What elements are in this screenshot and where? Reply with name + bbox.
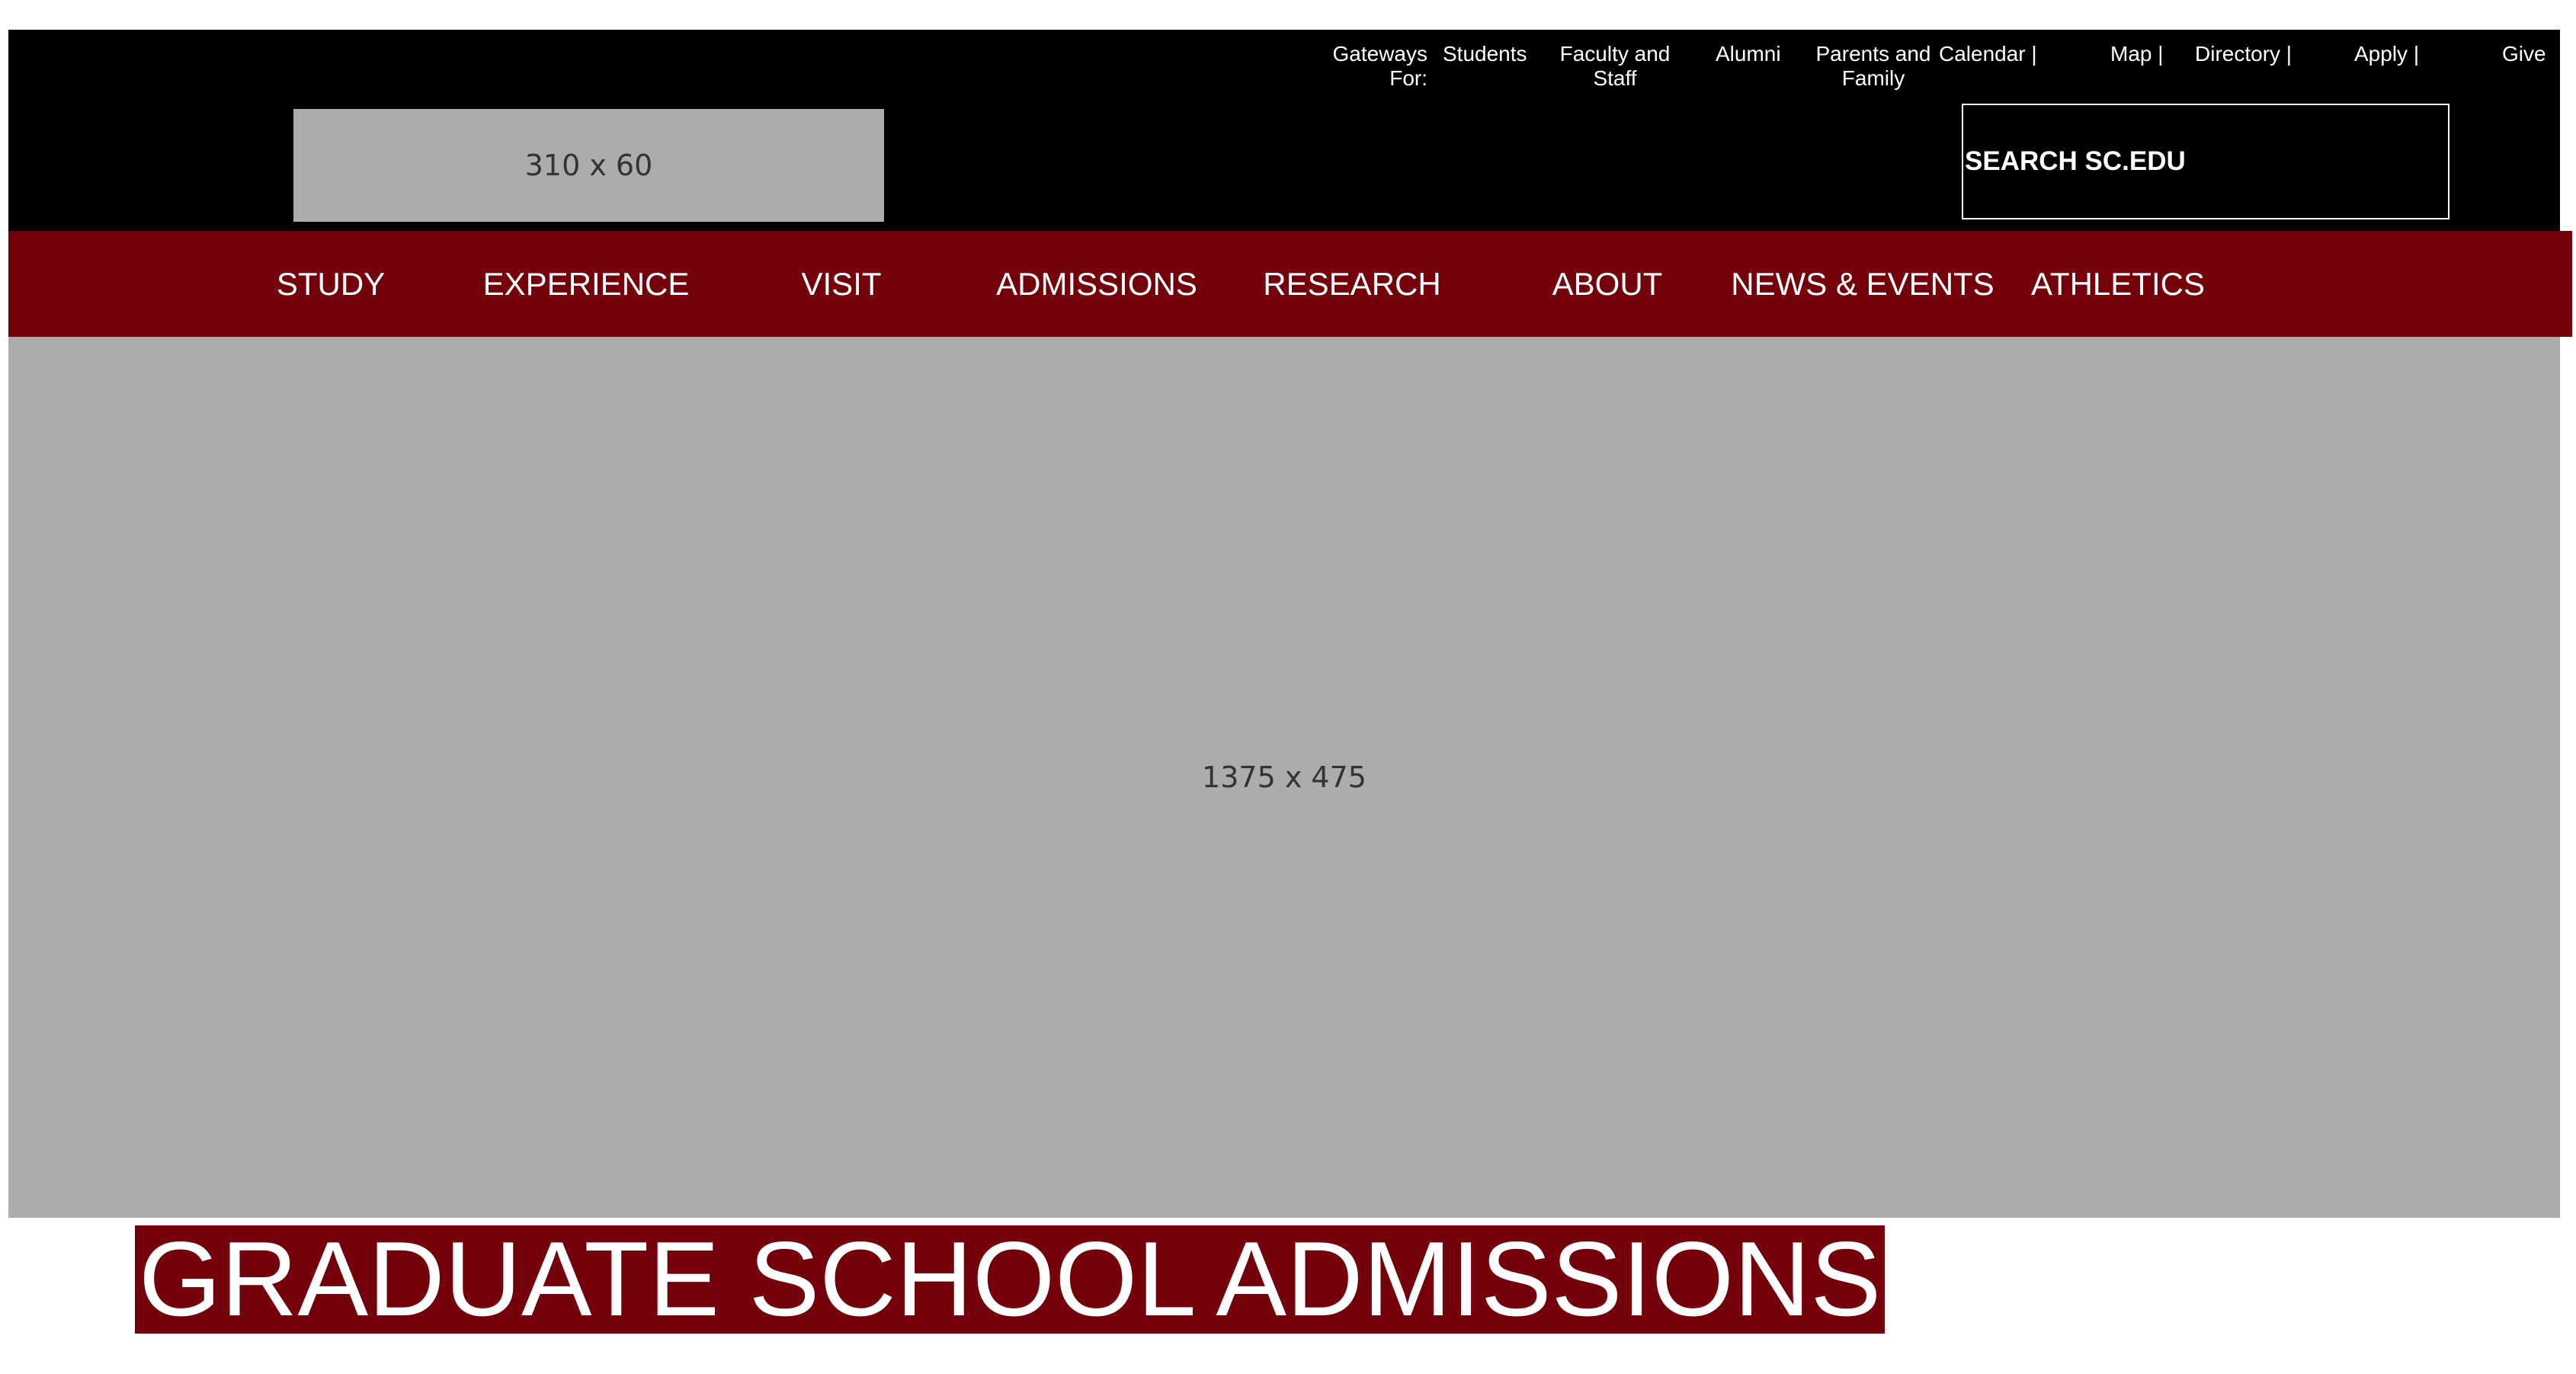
utility-link-apply[interactable]: Apply | [2354, 42, 2419, 66]
nav-item-athletics[interactable]: ATHLETICS [2031, 231, 2205, 337]
utility-link-map[interactable]: Map | [2110, 42, 2164, 66]
utility-link-directory[interactable]: Directory | [2195, 42, 2292, 66]
search-box [1962, 104, 2449, 219]
gateway-link-alumni[interactable]: Alumni [1716, 42, 1781, 66]
nav-item-research[interactable]: RESEARCH [1263, 231, 1440, 337]
nav-item-experience[interactable]: EXPERIENCE [483, 231, 690, 337]
hero-image: 1375 x 475 [8, 337, 2560, 1218]
page-title: GRADUATE SCHOOL ADMISSIONS [135, 1225, 1886, 1334]
nav-item-about[interactable]: ABOUT [1552, 231, 1663, 337]
search-input[interactable] [1963, 105, 2448, 218]
site-logo[interactable]: 310 x 60 [293, 109, 884, 222]
gateways-label: Gateways For: [1332, 42, 1428, 90]
logo-placeholder-text: 310 x 60 [524, 149, 653, 182]
gateway-link-faculty-staff[interactable]: Faculty and Staff [1554, 42, 1676, 91]
hero-placeholder-text: 1375 x 475 [1202, 761, 1366, 794]
gateway-nav: Gateways For: Students Faculty and Staff… [8, 30, 2560, 114]
utility-link-calendar[interactable]: Calendar | [1939, 42, 2037, 66]
nav-item-visit[interactable]: VISIT [801, 231, 881, 337]
gateway-link-parents-family[interactable]: Parents and Family [1809, 42, 1938, 91]
nav-item-admissions[interactable]: ADMISSIONS [996, 231, 1197, 337]
gateway-link-students[interactable]: Students [1443, 42, 1527, 66]
main-nav: STUDY EXPERIENCE VISIT ADMISSIONS RESEAR… [8, 231, 2572, 337]
utility-link-give[interactable]: Give [2502, 42, 2546, 66]
nav-item-study[interactable]: STUDY [277, 231, 385, 337]
nav-item-news-events[interactable]: NEWS & EVENTS [1731, 231, 1994, 337]
top-header: Gateways For: Students Faculty and Staff… [8, 30, 2560, 231]
